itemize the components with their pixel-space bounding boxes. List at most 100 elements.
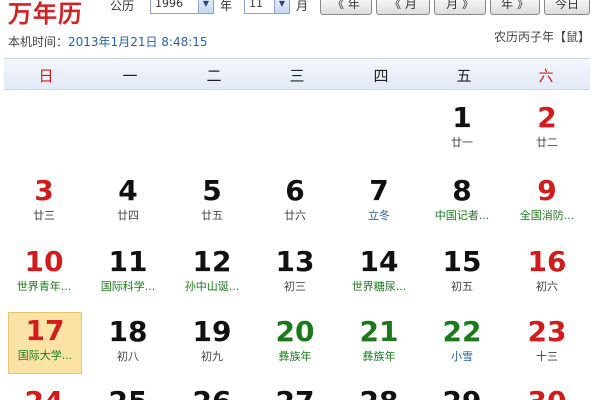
day-cell[interactable]: 12 孙中山诞... — [173, 244, 251, 310]
day-number: 2 — [537, 101, 557, 134]
solar-term: 小雪 — [451, 350, 473, 363]
month-unit-label: 月 — [296, 0, 309, 13]
festival-name: 彝族年 — [278, 350, 312, 363]
day-cell[interactable]: 29 — [423, 384, 501, 400]
day-cell[interactable]: 24 — [5, 384, 83, 400]
day-number: 12 — [192, 245, 232, 278]
day-cell[interactable]: 16 初六 — [508, 244, 586, 310]
day-cell[interactable]: 14 世界糖尿... — [340, 244, 418, 310]
day-cell-empty — [5, 100, 83, 166]
lunar-date: 廿三 — [33, 209, 55, 222]
day-number: 30 — [508, 384, 586, 400]
calendar-type-label: 公历 — [110, 0, 135, 13]
day-number: 20 — [275, 315, 315, 348]
lunar-date: 初九 — [201, 350, 223, 363]
next-month-button[interactable]: 月 》 — [434, 0, 486, 15]
day-cell-empty — [89, 100, 167, 166]
festival-name: 国际科学... — [100, 280, 156, 293]
day-number: 3 — [34, 174, 54, 207]
local-time-label: 本机时间： — [8, 35, 69, 49]
day-number: 1 — [452, 101, 472, 134]
lunar-date: 初三 — [284, 280, 306, 293]
day-number: 4 — [118, 174, 138, 207]
day-cell[interactable]: 18 初八 — [89, 314, 167, 380]
festival-name: 孙中山诞... — [184, 280, 240, 293]
day-number: 25 — [89, 384, 167, 400]
weekday-sat: 六 — [538, 67, 554, 85]
day-number: 17 — [25, 314, 65, 347]
day-cell[interactable]: 1 廿一 — [423, 100, 501, 166]
day-number: 24 — [5, 384, 83, 400]
day-cell[interactable]: 19 初九 — [173, 314, 251, 380]
day-cell[interactable]: 21 彝族年 — [340, 314, 418, 380]
day-cell[interactable]: 9 全国消防... — [508, 173, 586, 239]
lunar-date: 廿一 — [451, 136, 473, 149]
festival-name: 中国记者... — [434, 209, 490, 222]
day-cell[interactable]: 13 初三 — [256, 244, 334, 310]
day-cell[interactable]: 5 廿五 — [173, 173, 251, 239]
day-number: 10 — [24, 245, 64, 278]
prev-month-button[interactable]: 《 月 — [376, 0, 430, 15]
app-title: 万年历 — [8, 0, 83, 28]
day-cell-today[interactable]: 17 国际大学... — [8, 312, 82, 374]
lunar-date: 初六 — [536, 280, 558, 293]
day-cell[interactable]: 26 — [173, 384, 251, 400]
day-number: 15 — [442, 245, 482, 278]
day-number: 16 — [527, 245, 567, 278]
weekday-fri: 五 — [456, 67, 472, 85]
festival-name: 国际大学... — [17, 349, 73, 362]
lunar-date: 初八 — [117, 350, 139, 363]
day-cell[interactable]: 6 廿六 — [256, 173, 334, 239]
day-number: 26 — [173, 384, 251, 400]
day-number: 6 — [285, 174, 305, 207]
day-number: 5 — [202, 174, 222, 207]
month-select-value: 11 — [249, 0, 263, 10]
day-cell[interactable]: 20 彝族年 — [256, 314, 334, 380]
day-number: 14 — [359, 245, 399, 278]
local-time-value: 2013年1月21日 8:48:15 — [68, 35, 208, 49]
day-cell[interactable]: 22 小雪 — [423, 314, 501, 380]
day-cell[interactable]: 3 廿三 — [5, 173, 83, 239]
day-number: 29 — [423, 384, 501, 400]
day-number: 22 — [442, 315, 482, 348]
day-number: 23 — [527, 315, 567, 348]
local-time: 本机时间：2013年1月21日 8:48:15 — [8, 33, 208, 50]
day-cell[interactable]: 27 — [256, 384, 334, 400]
day-cell[interactable]: 28 — [340, 384, 418, 400]
day-number: 28 — [340, 384, 418, 400]
day-cell[interactable]: 23 十三 — [508, 314, 586, 380]
solar-term: 立冬 — [368, 209, 390, 222]
day-cell[interactable]: 7 立冬 — [340, 173, 418, 239]
next-year-button[interactable]: 年 》 — [490, 0, 540, 15]
festival-name: 全国消防... — [519, 209, 575, 222]
day-cell[interactable]: 8 中国记者... — [423, 173, 501, 239]
day-cell-empty — [256, 100, 334, 166]
day-cell[interactable]: 2 廿二 — [508, 100, 586, 166]
lunar-date: 廿六 — [284, 209, 306, 222]
festival-name: 彝族年 — [362, 350, 396, 363]
day-number: 18 — [108, 315, 148, 348]
day-cell[interactable]: 11 国际科学... — [89, 244, 167, 310]
day-number: 19 — [192, 315, 232, 348]
year-select[interactable]: 1996 ▼ — [150, 0, 214, 14]
day-number: 7 — [369, 174, 389, 207]
day-cell-empty — [340, 100, 418, 166]
day-cell[interactable]: 10 世界青年... — [5, 244, 83, 310]
festival-name: 世界青年... — [16, 280, 72, 293]
day-number: 11 — [108, 245, 148, 278]
day-cell[interactable]: 15 初五 — [423, 244, 501, 310]
day-cell[interactable]: 25 — [89, 384, 167, 400]
today-button[interactable]: 今日 — [544, 0, 590, 15]
chevron-down-icon: ▼ — [198, 0, 213, 13]
month-select[interactable]: 11 ▼ — [244, 0, 290, 14]
day-cell[interactable]: 4 廿四 — [89, 173, 167, 239]
lunar-date: 十三 — [536, 350, 558, 363]
day-number: 9 — [537, 174, 557, 207]
day-cell[interactable]: 30 — [508, 384, 586, 400]
weekday-header: 日 一 二 三 四 五 六 — [4, 58, 590, 90]
weekday-mon: 一 — [122, 67, 138, 85]
day-number: 21 — [359, 315, 399, 348]
prev-year-button[interactable]: 《 年 — [320, 0, 372, 15]
weekday-sun: 日 — [38, 67, 54, 85]
day-number: 13 — [275, 245, 315, 278]
